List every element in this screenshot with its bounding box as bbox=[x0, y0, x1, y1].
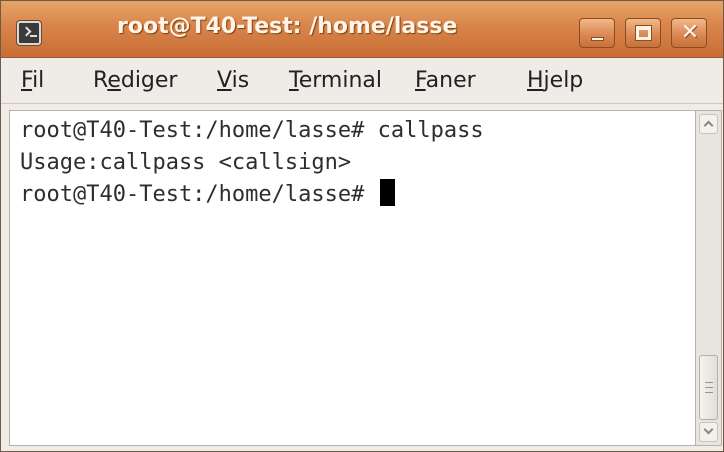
menu-help-accelerator: H bbox=[527, 68, 544, 93]
menu-edit-accelerator: e bbox=[107, 68, 121, 93]
terminal-icon[interactable] bbox=[17, 21, 41, 45]
terminal-screen[interactable]: root@T40-Test:/home/lasse# callpass Usag… bbox=[9, 110, 696, 446]
menu-terminal[interactable]: Terminal bbox=[289, 68, 382, 96]
scroll-up-button[interactable] bbox=[699, 114, 718, 134]
close-icon: ✕ bbox=[680, 20, 700, 45]
close-button[interactable]: ✕ bbox=[671, 18, 707, 48]
terminal-prompt-line: root@T40-Test:/home/lasse# bbox=[20, 179, 395, 211]
menu-file[interactable]: Fil bbox=[21, 68, 44, 96]
menu-edit[interactable]: Rediger bbox=[93, 68, 177, 96]
maximize-icon bbox=[636, 26, 651, 40]
grip-line bbox=[705, 387, 713, 388]
grip-line bbox=[705, 392, 713, 393]
menu-view[interactable]: Vis bbox=[217, 68, 249, 96]
menu-bar: Fil Rediger Vis Terminal Faner Hjelp bbox=[1, 58, 723, 104]
menu-terminal-accelerator: T bbox=[289, 68, 299, 93]
menu-terminal-label: erminal bbox=[298, 68, 382, 93]
window-title: root@T40-Test: /home/lasse bbox=[117, 14, 458, 39]
scroll-thumb[interactable] bbox=[699, 355, 718, 420]
terminal-line: root@T40-Test:/home/lasse# callpass bbox=[20, 118, 484, 143]
menu-help[interactable]: Hjelp bbox=[527, 68, 583, 96]
chevron-down-icon bbox=[703, 424, 714, 435]
minimize-button[interactable] bbox=[579, 18, 615, 48]
chevron-up-icon bbox=[703, 120, 714, 131]
menu-file-accelerator: F bbox=[21, 68, 33, 93]
title-bar[interactable]: root@T40-Test: /home/lasse ✕ bbox=[1, 1, 723, 58]
menu-view-label: is bbox=[231, 68, 250, 93]
terminal-line: Usage:callpass <callsign> bbox=[20, 150, 352, 175]
terminal-window: root@T40-Test: /home/lasse ✕ Fil Rediger… bbox=[0, 0, 724, 452]
menu-edit-prefix: R bbox=[93, 68, 108, 93]
menu-tabs-label: aner bbox=[425, 68, 476, 93]
menu-file-label: il bbox=[32, 68, 45, 93]
menu-edit-label: diger bbox=[120, 68, 178, 93]
menu-tabs-accelerator: F bbox=[415, 68, 426, 93]
terminal-prompt: root@T40-Test:/home/lasse# bbox=[20, 182, 378, 207]
vertical-scrollbar[interactable] bbox=[696, 110, 722, 446]
menu-help-label: jelp bbox=[543, 68, 584, 93]
scroll-down-button[interactable] bbox=[699, 422, 718, 442]
maximize-button[interactable] bbox=[625, 18, 661, 48]
minimize-icon bbox=[591, 37, 604, 41]
menu-tabs[interactable]: Faner bbox=[415, 68, 476, 96]
menu-view-accelerator: V bbox=[217, 68, 232, 93]
grip-line bbox=[705, 382, 713, 383]
text-cursor bbox=[379, 179, 395, 206]
